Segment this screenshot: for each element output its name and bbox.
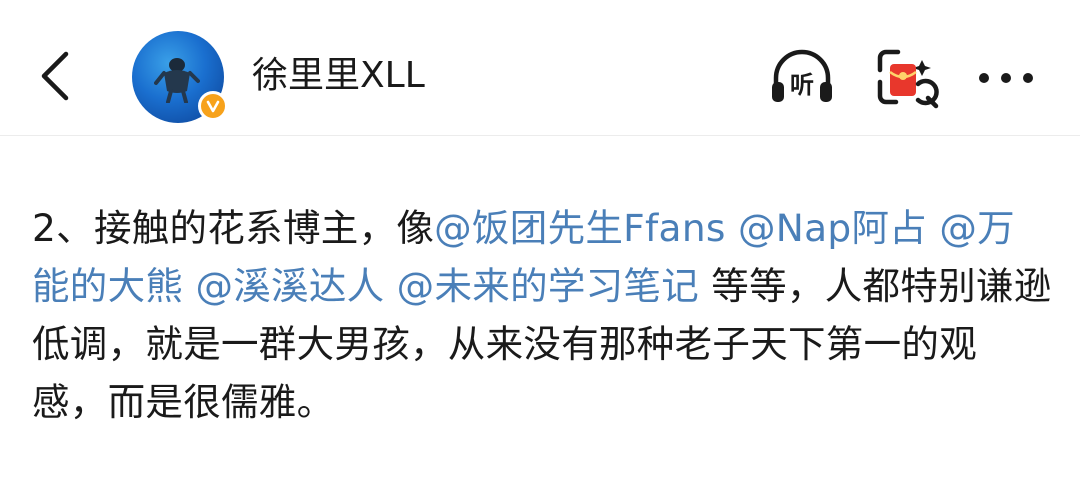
back-button[interactable] — [26, 48, 82, 104]
verified-badge — [198, 91, 228, 121]
swimmer-figure — [154, 58, 200, 103]
post-text-segment — [927, 206, 939, 250]
listen-label: 听 — [790, 71, 814, 99]
headphones-icon: 听 — [772, 49, 832, 102]
v-check-icon — [206, 100, 220, 113]
post-text-segment — [183, 264, 195, 308]
user-mention-link[interactable]: @饭团先生Ffans — [434, 206, 726, 250]
listen-button[interactable]: 听 — [766, 42, 838, 114]
post-body: 2、接触的花系博主，像@饭团先生Ffans @Nap阿占 @万能的大熊 @溪溪达… — [32, 199, 1052, 431]
post-text-segment — [726, 206, 738, 250]
red-packet-search-icon — [877, 49, 939, 109]
user-mention-link[interactable]: @溪溪达人 — [195, 264, 384, 308]
user-name[interactable]: 徐里里XLL — [252, 52, 425, 100]
more-dots-icon — [979, 73, 1033, 83]
post-text-segment — [384, 264, 396, 308]
red-packet-search-button[interactable] — [872, 42, 944, 114]
user-avatar[interactable] — [132, 31, 228, 123]
post-text-segment: 2、接触的花系博主，像 — [32, 206, 435, 250]
user-mention-link[interactable]: @Nap阿占 — [738, 206, 927, 250]
top-bar: 徐里里XLL 听 — [0, 0, 1080, 136]
more-options-button[interactable] — [970, 42, 1042, 114]
chevron-left-icon — [41, 51, 69, 101]
user-mention-link[interactable]: @未来的学习笔记 — [397, 264, 699, 308]
